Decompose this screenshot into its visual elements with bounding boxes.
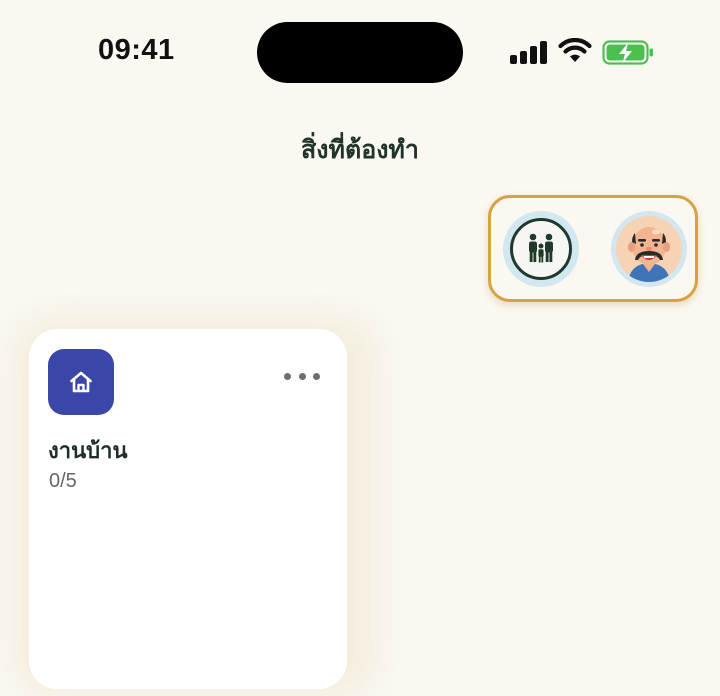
cellular-signal-icon <box>510 40 548 64</box>
dynamic-island <box>257 22 463 83</box>
family-icon <box>510 218 572 280</box>
page-title: สิ่งที่ต้องทำ <box>301 135 419 164</box>
status-time: 09:41 <box>98 34 175 66</box>
person-member-button[interactable] <box>611 211 687 287</box>
avatar <box>616 216 682 282</box>
family-member-button[interactable] <box>503 211 579 287</box>
wifi-icon <box>558 38 592 62</box>
member-switcher <box>488 195 698 302</box>
card-icon-tile <box>48 349 114 415</box>
home-icon <box>70 371 92 393</box>
task-card[interactable]: งานบ้าน 0/5 <box>29 329 347 689</box>
card-progress: 0/5 <box>49 470 77 492</box>
card-title: งานบ้าน <box>48 438 128 464</box>
battery-charging-icon <box>602 40 653 65</box>
more-options-button[interactable] <box>284 369 320 383</box>
